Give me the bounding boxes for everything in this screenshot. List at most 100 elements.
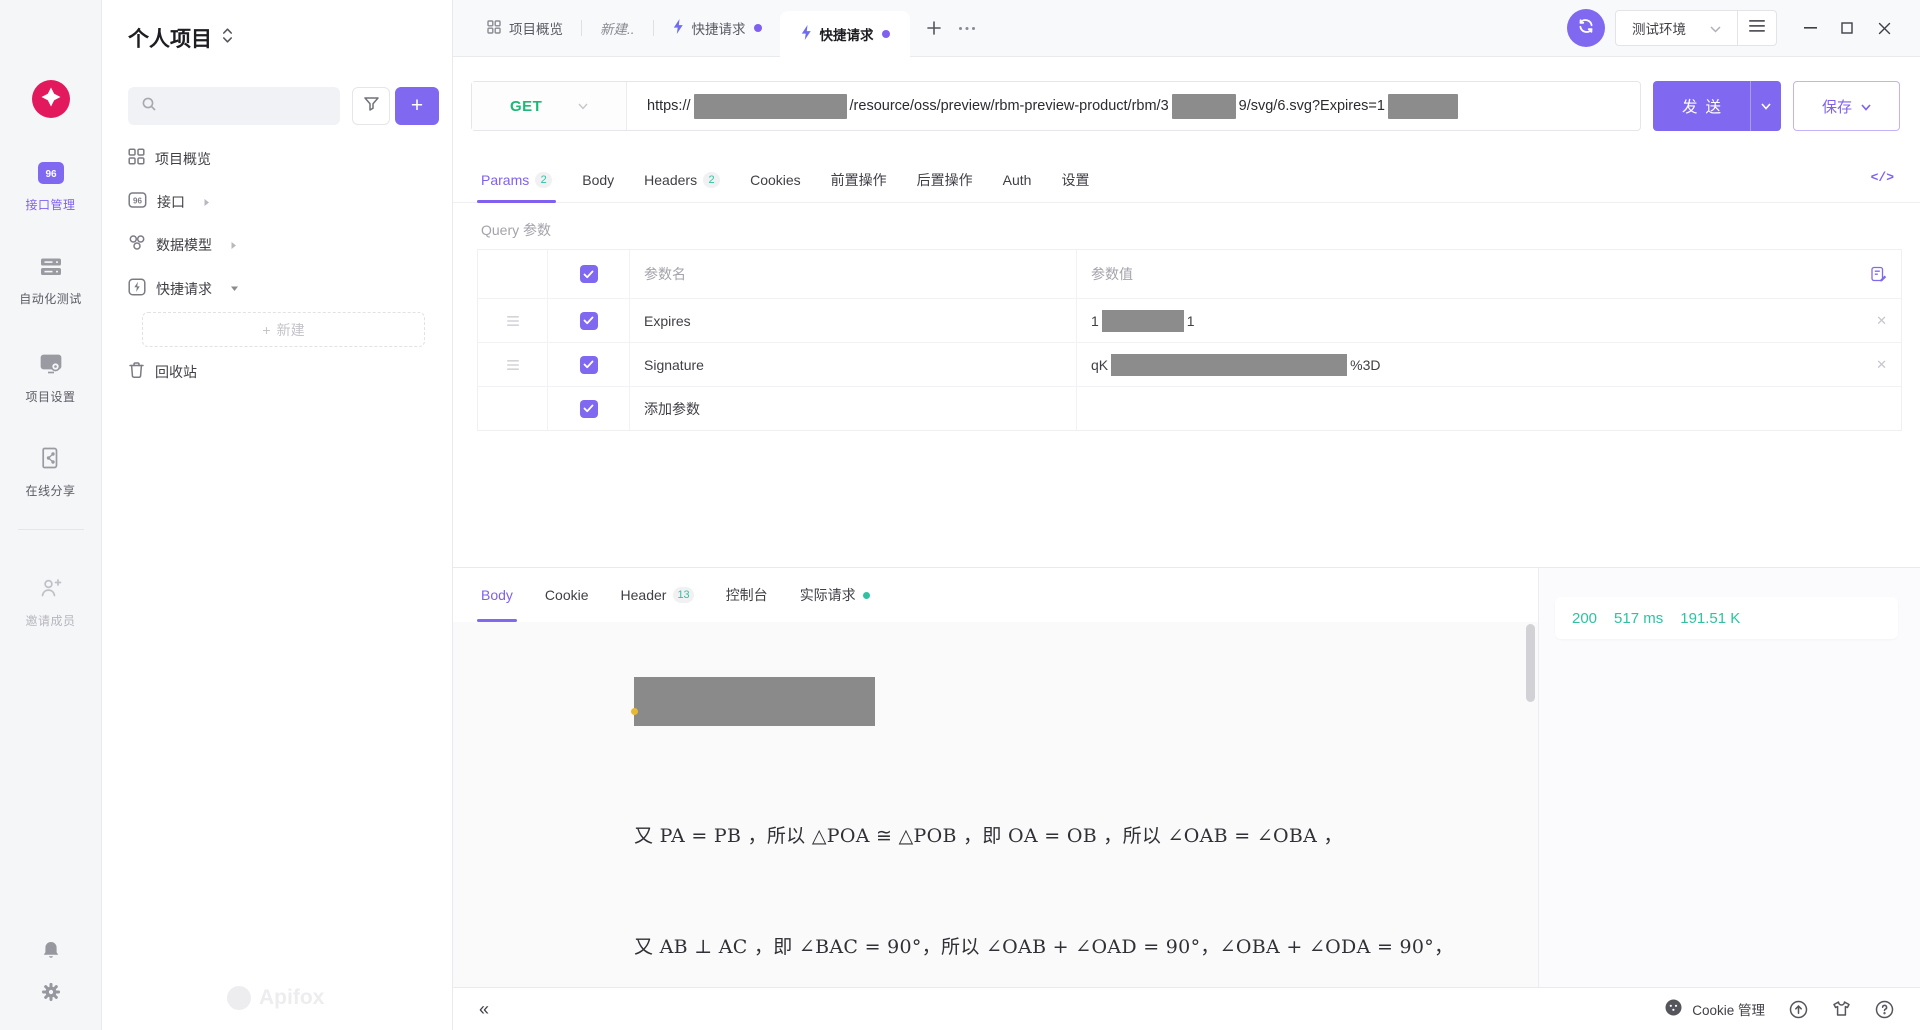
filter-button[interactable] [352,87,390,125]
sidebar-item-label: 项目概览 [155,149,211,169]
sidebar-item-project-overview[interactable]: 项目概览 [120,142,211,176]
upload-icon[interactable] [1789,1000,1808,1019]
svg-text:96: 96 [133,196,142,205]
checkbox-checked[interactable] [580,312,598,330]
minimize-button[interactable] [1799,17,1821,39]
tab-params[interactable]: Params 2 [481,158,552,202]
drag-column-header [478,250,548,298]
rail-item-label: 在线分享 [25,482,75,499]
save-button-label: 保存 [1822,96,1852,117]
grid-icon [128,148,145,170]
tab-post-operations[interactable]: 后置操作 [917,158,973,202]
send-dropdown[interactable] [1751,81,1781,131]
save-button[interactable]: 保存 [1793,81,1900,131]
checkbox-checked[interactable] [580,356,598,374]
project-switcher[interactable]: 个人项目 [128,23,233,53]
doc-tab-new[interactable]: 新建.. [582,0,653,56]
checkbox-checked[interactable] [580,265,598,283]
sidebar-item-apis[interactable]: 96 接口 [120,185,211,219]
environment-group: 测试环境 [1615,10,1777,46]
apifox-watermark-text: Apifox [259,986,324,1010]
environment-select[interactable]: 测试环境 [1616,18,1737,38]
tab-settings[interactable]: 设置 [1061,158,1089,202]
maximize-button[interactable] [1836,17,1858,39]
add-button[interactable]: + [395,87,439,125]
response-tab-cookie[interactable]: Cookie [545,568,589,622]
chevron-right-icon [203,198,211,207]
sidebar-item-label: 接口 [157,192,185,212]
sync-environment-button[interactable] [1567,9,1605,47]
delete-row-icon[interactable]: ✕ [1876,313,1887,329]
new-quick-request-button[interactable]: + 新建 [142,312,425,347]
response-tabs: Body Cookie Header 13 控制台 实际请求 [453,568,1538,622]
left-rail: 96 接口管理 自动化测试 项目设置 在线分享 [0,0,102,1030]
tab-cookies[interactable]: Cookies [750,158,801,202]
response-body-viewer[interactable]: 又 PA = PB ，所以 △POA ≅ △POB ，即 OA = OB ，所以… [453,622,1538,987]
method-label: GET [510,98,542,115]
value-column-header-label: 参数值 [1091,264,1133,284]
new-tab-button[interactable] [926,20,942,36]
tab-label: Params [481,172,529,188]
param-name-cell[interactable]: Expires [630,299,1077,342]
theme-shirt-icon[interactable] [1832,1000,1851,1018]
rail-item-automated-testing[interactable]: 自动化测试 [0,256,101,307]
tab-pre-operations[interactable]: 前置操作 [831,158,887,202]
response-tab-header[interactable]: Header 13 [621,568,694,622]
scrollbar-thumb[interactable] [1526,624,1535,702]
search-input[interactable] [165,99,325,114]
menu-button[interactable] [1738,11,1776,45]
collapse-sidebar-icon[interactable]: « [479,999,489,1020]
response-meta-panel: 200 517 ms 191.51 K [1539,568,1920,987]
url-part: /resource/oss/preview/rbm-preview-produc… [850,98,1169,114]
more-tabs-button[interactable] [958,26,976,31]
response-tab-body[interactable]: Body [481,568,513,622]
tab-auth[interactable]: Auth [1003,158,1032,202]
sidebar-item-trash[interactable]: 回收站 [120,355,197,389]
response-section: Body Cookie Header 13 控制台 实际请求 [453,567,1920,987]
param-value-cell[interactable]: 11 ✕ [1077,299,1901,342]
drag-handle[interactable] [478,343,548,386]
doc-tab-quick-request-2[interactable]: 快捷请求 [780,11,910,57]
settings-gear-icon[interactable] [41,982,61,1002]
send-button[interactable]: 发送 [1653,81,1781,131]
rail-item-invite-members[interactable]: 邀请成员 [0,576,101,629]
help-icon[interactable] [1875,1000,1894,1019]
response-tab-console[interactable]: 控制台 [726,568,768,622]
rail-item-online-share[interactable]: 在线分享 [0,446,101,499]
rail-item-project-settings[interactable]: 项目设置 [0,352,101,405]
tab-body[interactable]: Body [582,158,614,202]
sidebar-item-data-models[interactable]: 数据模型 [120,228,238,262]
environment-label: 测试环境 [1632,18,1686,38]
param-value-cell[interactable]: qK%3D ✕ [1077,343,1901,386]
tab-badge: 13 [673,587,693,603]
bulk-edit-icon[interactable] [1871,266,1887,283]
invite-members-icon [39,576,63,605]
cookie-manager-button[interactable]: Cookie 管理 [1664,998,1765,1020]
value-column-header: 参数值 [1077,250,1901,298]
tab-headers[interactable]: Headers 2 [644,158,720,202]
apifox-logo[interactable] [32,80,70,118]
delete-row-icon[interactable]: ✕ [1876,357,1887,373]
param-name-cell[interactable]: Signature [630,343,1077,386]
param-value-cell-empty[interactable] [1077,387,1901,430]
method-select[interactable]: GET [472,82,627,130]
status-code: 200 [1572,610,1597,627]
add-param-input[interactable]: 添加参数 [630,387,1077,430]
drag-handle[interactable] [478,299,548,342]
notifications-bell-icon[interactable] [41,940,61,960]
tab-label: Cookies [750,172,801,188]
url-input[interactable]: https:///resource/oss/preview/rbm-previe… [627,94,1640,119]
doc-tab-quick-request-1[interactable]: 快捷请求 [654,0,780,56]
doc-tab-project-overview[interactable]: 项目概览 [469,0,581,56]
automated-testing-icon [39,256,63,283]
checkbox-checked[interactable] [580,400,598,418]
chevron-down-icon [1861,98,1871,115]
response-tab-actual-request[interactable]: 实际请求 [800,568,870,622]
body-line: 又 AB ⊥ AC ，即 ∠BAC = 90°，所以 ∠OAB + ∠OAD =… [634,929,1453,966]
sidebar-item-quick-requests[interactable]: 快捷请求 [120,272,239,306]
doc-tab-label: 快捷请求 [820,24,874,44]
rail-item-api-management[interactable]: 96 接口管理 [0,162,101,213]
code-view-icon[interactable]: </> [1871,170,1894,185]
project-switcher-updown-icon [222,27,233,49]
close-button[interactable] [1873,17,1895,39]
